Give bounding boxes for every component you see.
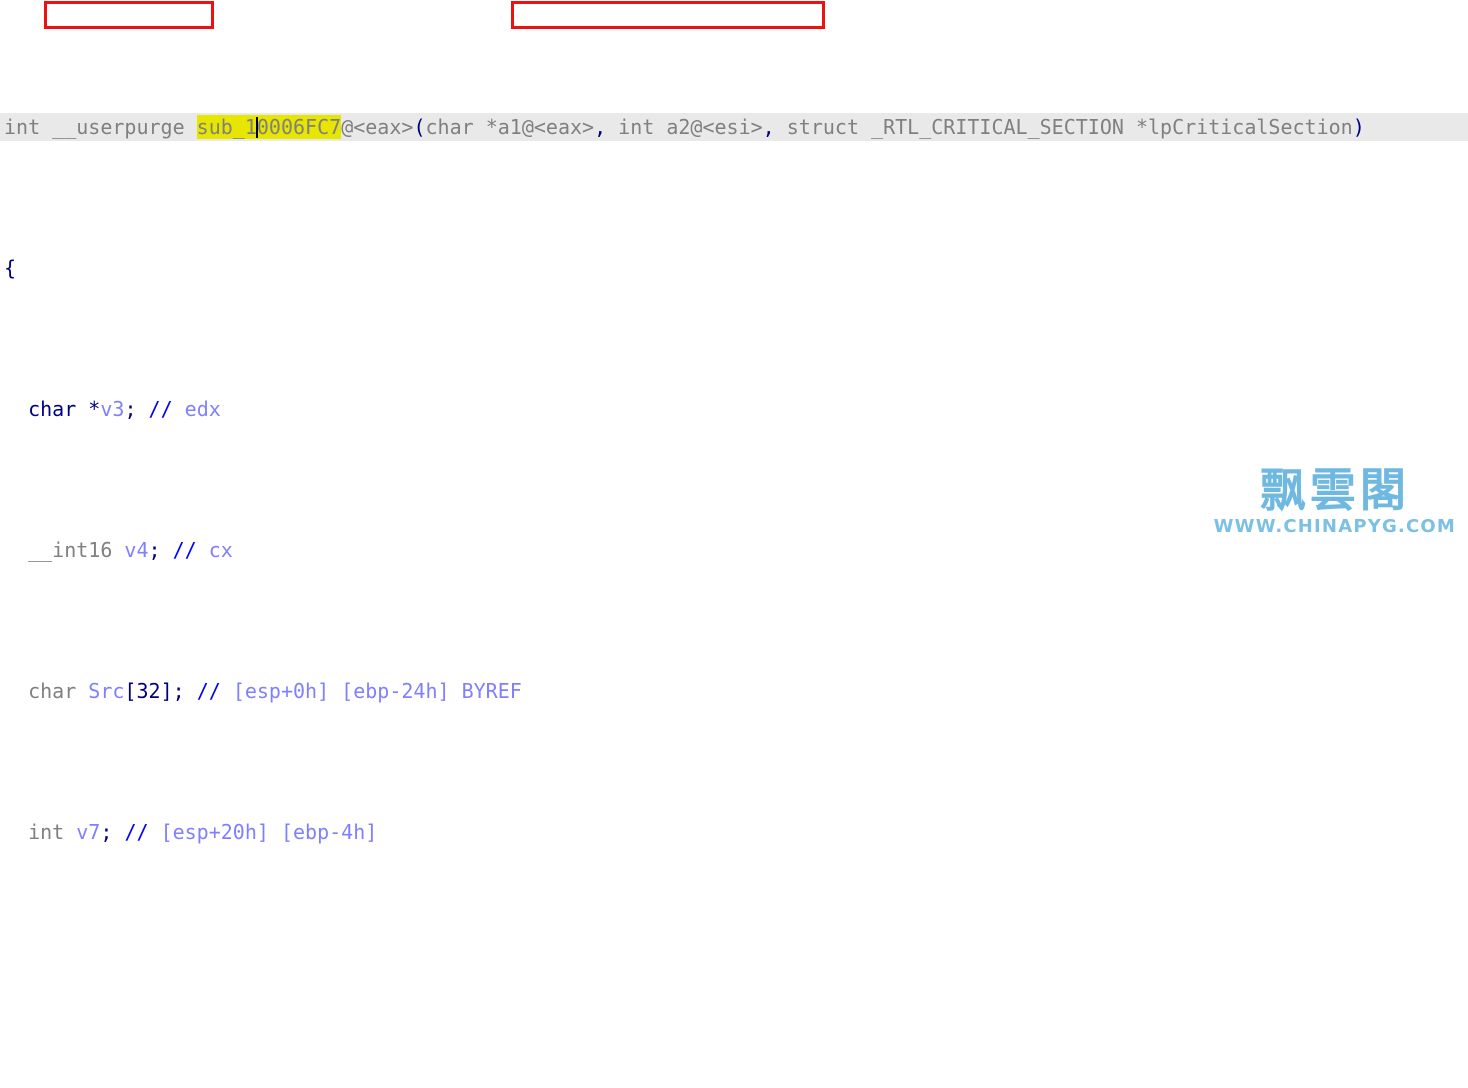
- function-name-highlight[interactable]: sub_10006FC7: [196, 114, 342, 139]
- comment-src: [esp+0h] [ebp-24h] BYREF: [232, 678, 522, 703]
- pseudocode-listing[interactable]: int __userpurge sub_10006FC7@<eax>(char …: [0, 0, 1468, 1088]
- return-register: @<eax>: [341, 114, 414, 139]
- comment-v4: cx: [208, 537, 233, 562]
- local-v3[interactable]: v3: [100, 397, 124, 421]
- code-line-decl-v4[interactable]: __int16 v4; // cx: [0, 536, 1468, 564]
- local-src[interactable]: Src: [88, 679, 124, 703]
- code-line-decl-src[interactable]: char Src[32]; // [esp+0h] [ebp-24h] BYRE…: [0, 677, 1468, 705]
- local-v4[interactable]: v4: [124, 538, 148, 562]
- param-a2: int a2@<esi>: [606, 114, 763, 139]
- return-type: int: [4, 114, 53, 139]
- code-line-open-brace[interactable]: {: [0, 254, 1468, 282]
- watermark: 飘雲閣 WWW.CHINAPYG.COM: [1214, 464, 1456, 538]
- watermark-cjk-text: 飘雲閣: [1259, 463, 1410, 517]
- param-a1: *a1@<eax>: [485, 114, 595, 139]
- code-line-decl-v3[interactable]: char *v3; // edx: [0, 395, 1468, 423]
- code-line-signature[interactable]: int __userpurge sub_10006FC7@<eax>(char …: [0, 112, 1468, 141]
- code-line-blank[interactable]: [0, 959, 1468, 987]
- comment-v7: [esp+20h] [ebp-4h]: [160, 819, 378, 844]
- text-caret: [255, 116, 258, 138]
- watermark-url-text: WWW.CHINAPYG.COM: [1213, 516, 1456, 537]
- code-line-decl-v7[interactable]: int v7; // [esp+20h] [ebp-4h]: [0, 818, 1468, 846]
- decompiler-pseudocode-view[interactable]: int __userpurge sub_10006FC7@<eax>(char …: [0, 0, 1468, 844]
- calling-convention: __userpurge: [52, 114, 185, 139]
- local-v7[interactable]: v7: [76, 820, 100, 844]
- comment-v3: edx: [184, 396, 221, 421]
- param-lpcriticalsection: struct _RTL_CRITICAL_SECTION *lpCritical…: [774, 114, 1353, 139]
